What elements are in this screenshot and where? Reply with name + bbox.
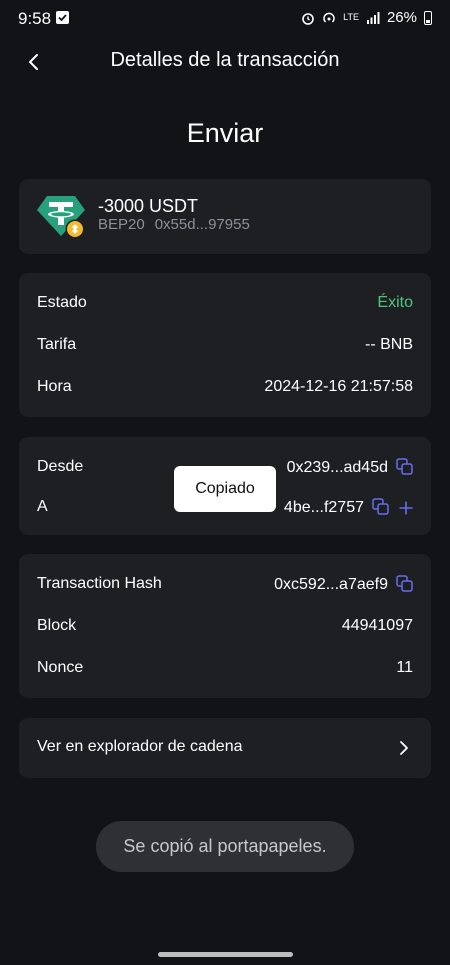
copied-tooltip: Copiado (174, 466, 276, 512)
battery-percent: 26% (386, 9, 417, 26)
notification-check-icon (56, 11, 69, 24)
hotspot-icon (323, 12, 335, 23)
token-network-info: BEP20 0x55d...97955 (98, 216, 260, 233)
home-indicator[interactable] (158, 952, 293, 957)
network-type: LTE (343, 12, 359, 22)
time-row: Hora 2024-12-16 21:57:58 (37, 378, 413, 400)
status-time: 9:58 (18, 9, 52, 28)
from-address-group: 0x239...ad45d (287, 458, 413, 477)
chevron-right-icon (400, 741, 408, 755)
to-address-group: 4be...f2757 (284, 498, 413, 517)
signal-icon (366, 11, 380, 24)
plus-icon[interactable] (399, 501, 413, 515)
copy-icon[interactable] (396, 575, 413, 592)
status-icons: LTE 26% (301, 9, 432, 26)
fee-row: Tarifa -- BNB (37, 336, 413, 358)
tx-hash-value: 0xc592...a7aef9 (274, 576, 388, 593)
status-label: Estado (37, 294, 87, 311)
status-value: Éxito (377, 294, 413, 311)
to-address: 4be...f2757 (283, 499, 364, 516)
from-label: Desde (37, 458, 84, 475)
explorer-label: Ver en explorador de cadena (37, 738, 243, 755)
tx-hash-row: Transaction Hash 0xc592...a7aef9 (37, 575, 413, 597)
view-in-explorer-button[interactable]: Ver en explorador de cadena (19, 718, 431, 778)
block-value: 44941097 (341, 617, 413, 634)
alarm-icon (302, 12, 314, 25)
token-card: -3000 USDT BEP20 0x55d...97955 (19, 179, 431, 254)
block-row: Block 44941097 (37, 617, 413, 639)
tx-hash-group: 0xc592...a7aef9 (274, 575, 413, 594)
transaction-type-title: Enviar (186, 118, 264, 148)
transaction-info-card: Transaction Hash 0xc592...a7aef9 Block 4… (19, 554, 431, 698)
nonce-value: 11 (396, 659, 413, 676)
header-title: Detalles de la transacción (110, 49, 340, 71)
tx-hash-label: Transaction Hash (37, 575, 162, 592)
time-value: 2024-12-16 21:57:58 (264, 378, 413, 395)
clipboard-toast: Se copió al portapapeles. (96, 821, 354, 872)
from-address: 0x239...ad45d (286, 459, 388, 476)
transaction-amount: -3000 USDT (98, 196, 199, 216)
tether-icon (37, 196, 85, 239)
fee-value: -- BNB (365, 336, 413, 353)
battery-icon (424, 10, 432, 25)
status-card: Estado Éxito Tarifa -- BNB Hora 2024-12-… (19, 273, 431, 417)
time-label: Hora (37, 378, 72, 395)
app-header: Detalles de la transacción (0, 40, 450, 84)
block-label: Block (37, 617, 77, 634)
copy-icon[interactable] (372, 498, 389, 515)
nonce-label: Nonce (37, 659, 84, 676)
token-network: BEP20 (98, 216, 145, 233)
status-bar: 9:58 LTE 26% (0, 0, 450, 38)
to-label: A (37, 498, 48, 515)
copy-icon[interactable] (396, 458, 413, 475)
nonce-row: Nonce 11 (37, 659, 413, 681)
fee-label: Tarifa (37, 336, 77, 353)
token-contract-address: 0x55d...97955 (154, 216, 250, 233)
status-row: Estado Éxito (37, 294, 413, 316)
